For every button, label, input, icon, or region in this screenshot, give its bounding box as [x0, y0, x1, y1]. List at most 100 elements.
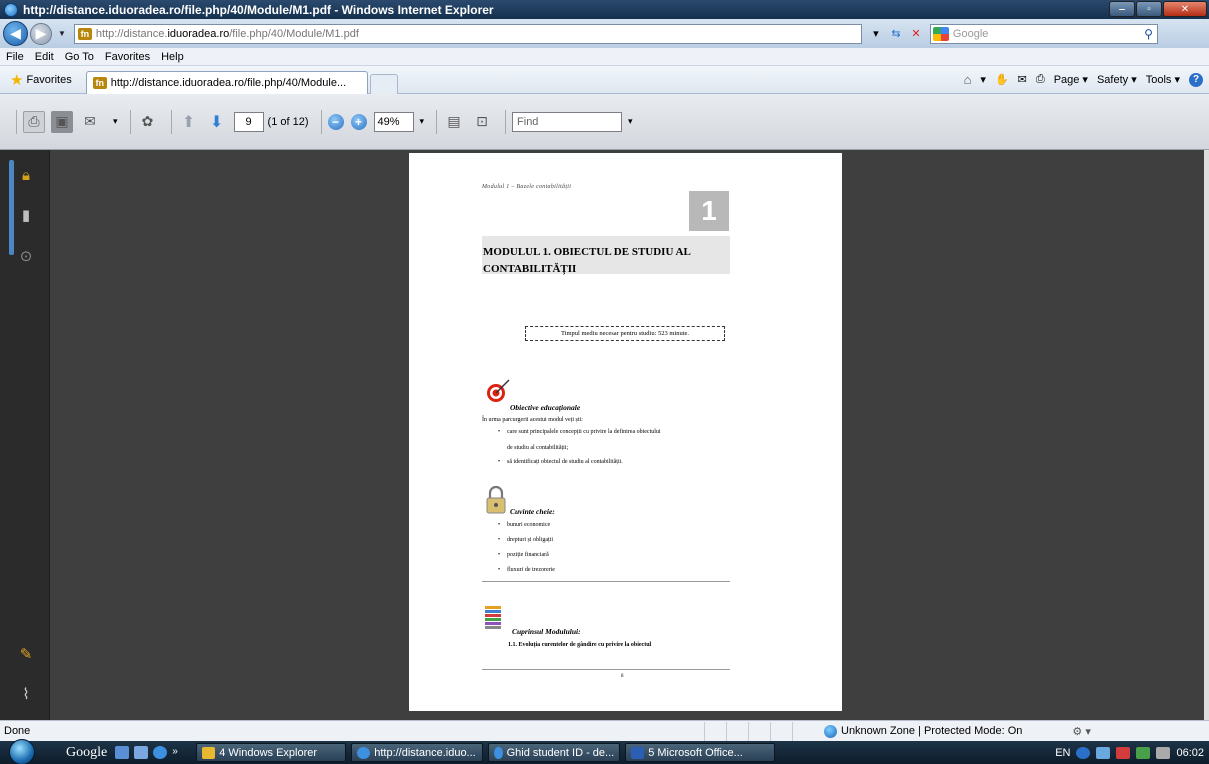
security-lock-icon[interactable]: 🔒︎ — [17, 166, 35, 184]
zoom-out-icon[interactable]: − — [327, 113, 344, 130]
binoculars-icon[interactable]: ⊙ — [17, 247, 35, 265]
tray-app-icon[interactable] — [1136, 746, 1151, 759]
clock[interactable]: 06:02 — [1176, 747, 1204, 759]
antivirus-icon[interactable] — [1116, 746, 1131, 759]
panel-tab-indicator — [9, 160, 14, 255]
vertical-scrollbar[interactable] — [1204, 150, 1209, 720]
zoom-level-icon[interactable]: ⚙ ▾ — [1072, 725, 1090, 738]
print-icon[interactable]: ⎙ — [1036, 73, 1045, 86]
tab-active[interactable]: fn http://distance.iduoradea.ro/file.php… — [85, 70, 368, 94]
toolbar-separator — [436, 109, 438, 134]
quicklaunch-switch-icon[interactable] — [134, 746, 149, 759]
close-button[interactable]: ✕ — [1163, 1, 1207, 17]
page-header: Modulul 1 – Bazele contabilității — [482, 184, 572, 190]
menu-file[interactable]: File — [6, 51, 24, 63]
fit-page-icon[interactable]: ⊡ — [471, 111, 493, 133]
search-icon[interactable]: ⚲ — [1144, 27, 1153, 41]
status-bar: Done Unknown Zone | Protected Mode: On ⚙… — [0, 720, 1209, 741]
menu-go-to[interactable]: Go To — [65, 51, 94, 63]
cmd-safety[interactable]: Safety ▾ — [1097, 73, 1137, 86]
menu-edit[interactable]: Edit — [35, 51, 54, 63]
cmd-tools[interactable]: Tools ▾ — [1146, 73, 1180, 86]
share-dropdown-icon[interactable]: ▾ — [113, 116, 118, 127]
stop-icon[interactable]: ✕ — [906, 24, 926, 43]
toolbar-grip — [16, 109, 17, 134]
quicklaunch-desktop-icon[interactable] — [115, 746, 130, 759]
new-tab-button[interactable] — [369, 73, 398, 94]
toolbar-separator — [170, 109, 172, 134]
nav-history-dropdown-icon[interactable]: ▼ — [58, 29, 66, 38]
help-tray-icon[interactable] — [1076, 746, 1091, 759]
quicklaunch-ie-icon[interactable] — [153, 746, 168, 759]
find-input[interactable]: Find — [512, 111, 623, 132]
folder-icon — [202, 746, 216, 759]
address-prefix: http://distance. — [95, 27, 168, 40]
word-icon — [631, 746, 645, 759]
quicklaunch-more-icon[interactable]: » — [172, 746, 186, 759]
home-icon[interactable]: ⌂ — [964, 72, 972, 87]
google-icon — [932, 26, 949, 41]
tab-favicon-icon: fn — [92, 76, 107, 89]
keywords-title: Cuvinte cheie: — [510, 507, 555, 516]
hand-icon[interactable]: ✋ — [995, 73, 1009, 86]
pages-icon[interactable]: ▮ — [17, 206, 35, 224]
comments-icon[interactable]: ✎ — [17, 645, 35, 663]
search-input[interactable]: Google ⚲ — [929, 23, 1158, 44]
save-button[interactable]: ▣ — [51, 110, 73, 133]
status-cell — [792, 721, 814, 741]
feeds-icon[interactable]: ▾ — [980, 73, 986, 86]
zoom-input[interactable]: 49% — [373, 111, 414, 132]
network-icon[interactable] — [1096, 746, 1111, 759]
start-button[interactable] — [0, 738, 44, 764]
contents-title: Cuprinsul Modulului: — [512, 627, 581, 636]
module-number: 1 — [689, 191, 729, 231]
objective-item-2: să identificați obiectul de studiu al co… — [498, 459, 623, 465]
globe-icon — [824, 724, 837, 738]
task-windows-explorer[interactable]: 4 Windows Explorer — [196, 743, 347, 762]
language-indicator[interactable]: EN — [1055, 747, 1070, 759]
system-tray: EN 06:02 — [1049, 746, 1209, 759]
google-toolbar[interactable]: Google — [66, 745, 107, 761]
zoom-dropdown-icon[interactable]: ▾ — [420, 116, 425, 127]
fit-width-icon[interactable]: ▤ — [443, 111, 465, 133]
task-ghid-student[interactable]: Ghid student ID - de... — [488, 743, 621, 762]
volume-icon[interactable] — [1156, 746, 1171, 759]
cmd-page[interactable]: Page ▾ — [1054, 73, 1088, 86]
refresh-icon[interactable]: ⇆ — [886, 24, 906, 43]
page-number-input[interactable]: 9 — [233, 111, 264, 132]
address-input[interactable]: fn http://distance. iduoradea.ro/file.php… — [73, 23, 862, 44]
menu-favorites[interactable]: Favorites — [105, 51, 150, 63]
keyword-item: drepturi și obligații — [498, 537, 553, 543]
minimize-button[interactable]: ‒ — [1109, 1, 1135, 17]
attachments-icon[interactable]: ⌇ — [17, 685, 35, 703]
share-icon[interactable]: ✉ — [79, 111, 101, 133]
find-dropdown-icon[interactable]: ▾ — [628, 116, 633, 127]
address-domain: iduoradea.ro — [167, 27, 230, 40]
task-microsoft-office[interactable]: 5 Microsoft Office... — [625, 743, 776, 762]
task-label: 4 Windows Explorer — [219, 746, 318, 759]
zoom-in-icon[interactable]: + — [350, 113, 367, 130]
objective-item-1a: care sunt principalele concepții cu priv… — [498, 429, 661, 435]
acrobat-icon[interactable]: ✿ — [137, 111, 159, 133]
previous-page-icon[interactable]: ⬆ — [178, 111, 200, 133]
favorites-star-icon[interactable]: ★ — [10, 71, 23, 89]
footer-divider — [482, 669, 730, 670]
back-button[interactable]: ◀ — [3, 21, 28, 46]
favorites-button[interactable]: Favorites — [26, 74, 71, 86]
address-path: /file.php/40/Module/M1.pdf — [229, 27, 359, 40]
forward-button[interactable]: ▶ — [30, 22, 52, 45]
help-icon[interactable]: ? — [1189, 72, 1203, 87]
address-dropdown-icon[interactable]: ▾ — [866, 24, 886, 43]
security-zone[interactable]: Unknown Zone | Protected Mode: On — [824, 724, 1022, 738]
menu-bar: File Edit Go To Favorites Help — [0, 48, 1209, 66]
tab-title: http://distance.iduoradea.ro/file.php/40… — [110, 76, 347, 89]
next-page-icon[interactable]: ⬇ — [206, 111, 228, 133]
print-button[interactable]: ⎙ — [23, 110, 45, 133]
read-mail-icon[interactable]: ✉ — [1018, 73, 1027, 86]
pdf-viewer: 🔒︎ ▮ ⊙ ✎ ⌇ Modulul 1 – Bazele contabilit… — [0, 150, 1209, 720]
maximize-button[interactable]: ▫ — [1136, 1, 1162, 17]
menu-help[interactable]: Help — [161, 51, 184, 63]
search-placeholder: Google — [952, 27, 989, 40]
target-icon — [487, 379, 510, 402]
task-ie[interactable]: http://distance.iduo... — [351, 743, 484, 762]
